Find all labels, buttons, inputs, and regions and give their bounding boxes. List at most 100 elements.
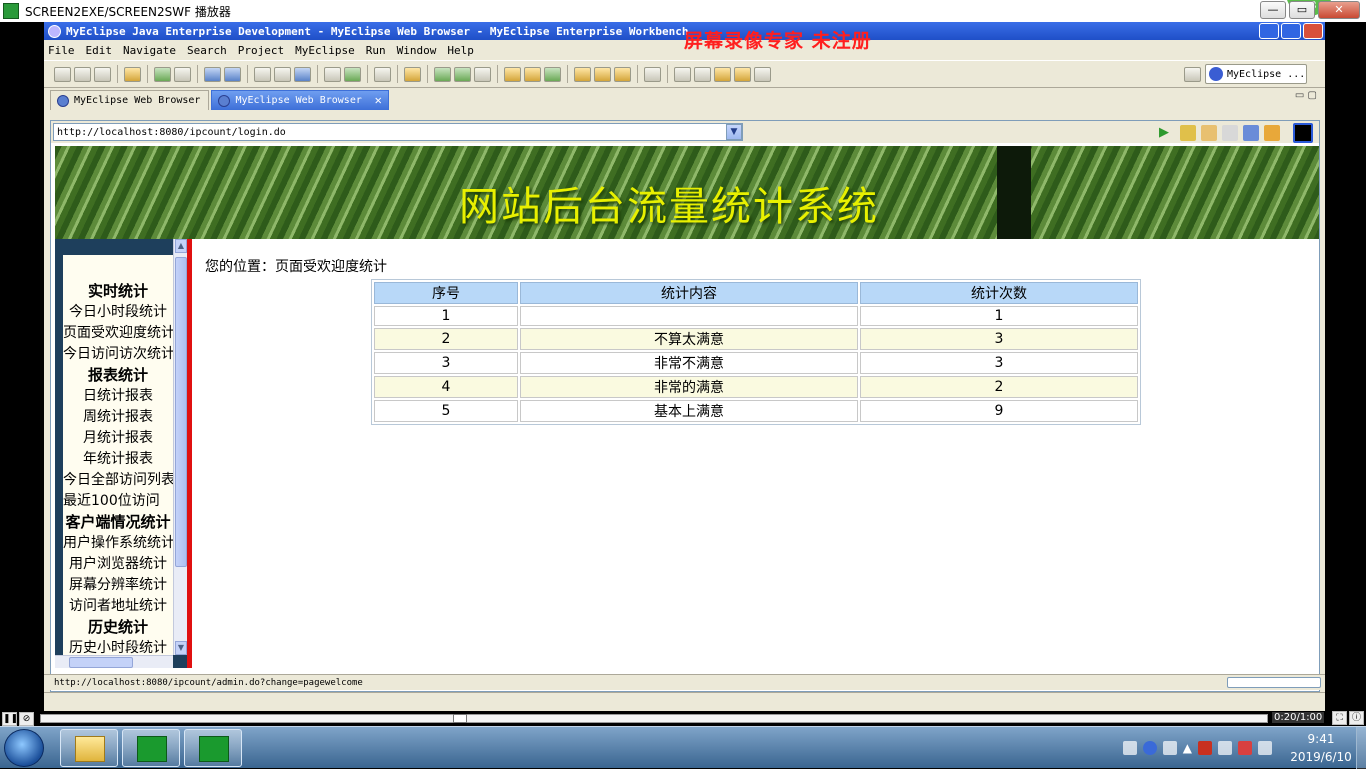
fullscreen-icon[interactable]: ⛶ — [1332, 711, 1347, 725]
screenshot-icon[interactable] — [374, 66, 391, 82]
server-icon[interactable] — [174, 66, 191, 82]
taskbar-explorer[interactable] — [60, 729, 118, 767]
deploy-icon[interactable] — [154, 66, 171, 82]
signal-icon[interactable] — [1258, 741, 1272, 755]
debug-icon[interactable] — [434, 66, 451, 82]
url-input[interactable] — [53, 123, 743, 141]
run-config-icon[interactable] — [274, 66, 291, 82]
h-scroll-thumb[interactable] — [69, 657, 133, 668]
open-resource-icon[interactable] — [644, 66, 661, 82]
show-desktop-button[interactable] — [1356, 727, 1366, 769]
view-controls[interactable]: ▭ ▢ — [1295, 90, 1317, 101]
open-folder-icon[interactable] — [574, 66, 591, 82]
seek-knob[interactable] — [453, 714, 467, 723]
back-icon[interactable] — [734, 66, 751, 82]
sidebar-horizontal-scrollbar[interactable] — [55, 655, 173, 668]
menu-search[interactable]: Search — [187, 44, 227, 57]
sidebar-link[interactable]: 用户浏览器统计 — [63, 554, 173, 575]
sidebar-link[interactable]: 页面受欢迎度统计 — [63, 323, 173, 344]
print-icon[interactable] — [94, 66, 111, 82]
sidebar-link[interactable]: 屏幕分辨率统计 — [63, 575, 173, 596]
tray-expand-icon[interactable]: ▲ — [1183, 741, 1192, 755]
eclipse-minimize-button[interactable] — [1259, 23, 1279, 39]
keyboard-icon[interactable] — [1122, 741, 1137, 755]
security-icon[interactable] — [1198, 741, 1212, 755]
player-maximize-button[interactable]: ▭ — [1289, 1, 1315, 19]
refresh-project-icon[interactable] — [544, 66, 561, 82]
menu-run[interactable]: Run — [366, 44, 386, 57]
search-icon[interactable] — [474, 66, 491, 82]
player-minimize-button[interactable]: — — [1260, 1, 1286, 19]
sidebar-vertical-scrollbar[interactable]: ▲ ▼ — [173, 239, 187, 655]
sidebar-link[interactable]: 用户操作系统统计 — [63, 533, 173, 554]
sidebar-link[interactable]: 周统计报表 — [63, 407, 173, 428]
folder-up-icon[interactable] — [324, 66, 341, 82]
seek-bar[interactable] — [40, 714, 1268, 723]
tab-web-browser-2[interactable]: MyEclipse Web Browser ✕ — [211, 90, 389, 110]
favorites-icon[interactable] — [1180, 125, 1196, 141]
pause-icon[interactable]: ❚❚ — [2, 711, 18, 726]
refresh-icon[interactable] — [344, 66, 361, 82]
menu-navigate[interactable]: Navigate — [123, 44, 176, 57]
site-title: 网站后台流量统计系统 — [459, 184, 879, 230]
browser-mode-icon[interactable] — [1293, 123, 1313, 143]
sidebar-link[interactable]: 年统计报表 — [63, 449, 173, 470]
menu-file[interactable]: File — [48, 44, 75, 57]
volume-icon[interactable] — [1218, 741, 1232, 755]
menu-edit[interactable]: Edit — [86, 44, 113, 57]
package-icon[interactable] — [124, 66, 141, 82]
taskbar-screen2exe-1[interactable] — [122, 729, 180, 767]
sidebar-link[interactable]: 今日访问访次统计 — [63, 344, 173, 365]
eclipse-restore-button[interactable] — [1281, 23, 1301, 39]
menu-project[interactable]: Project — [238, 44, 284, 57]
menu-window[interactable]: Window — [397, 44, 437, 57]
options-icon[interactable]: ⊘ — [19, 711, 34, 726]
sidebar-link[interactable]: 月统计报表 — [63, 428, 173, 449]
sidebar-link[interactable]: 今日小时段统计 — [63, 302, 173, 323]
browse-icon[interactable] — [224, 66, 241, 82]
player-close-button[interactable]: ✕ — [1318, 1, 1360, 19]
run-icon[interactable] — [454, 66, 471, 82]
tab-web-browser-1[interactable]: MyEclipse Web Browser — [50, 90, 210, 110]
open-type-icon[interactable] — [254, 66, 271, 82]
help-icon[interactable] — [1142, 741, 1157, 755]
go-icon[interactable]: ▶ — [1159, 125, 1175, 141]
back-icon[interactable] — [1201, 125, 1217, 141]
scroll-down-icon[interactable]: ▼ — [175, 641, 187, 655]
forward-icon[interactable] — [754, 66, 771, 82]
open-perspective-icon[interactable] — [1184, 66, 1201, 82]
new-class-icon[interactable] — [524, 66, 541, 82]
next-annotation-icon[interactable] — [674, 66, 691, 82]
prev-annotation-icon[interactable] — [694, 66, 711, 82]
pencil-icon[interactable] — [594, 66, 611, 82]
forward-icon[interactable] — [1222, 125, 1238, 141]
globe-icon[interactable] — [294, 66, 311, 82]
sidebar-link[interactable]: 今日全部访问列表 — [63, 470, 173, 491]
scroll-thumb[interactable] — [175, 257, 187, 567]
eclipse-close-button[interactable] — [1303, 23, 1323, 39]
menu-help[interactable]: Help — [447, 44, 474, 57]
clock[interactable]: 9:41 2019/6/10 — [1288, 730, 1354, 766]
perspective-myeclipse-button[interactable]: MyEclipse ... — [1205, 64, 1307, 84]
taskbar-screen2exe-2[interactable] — [184, 729, 242, 767]
menu-myeclipse[interactable]: MyEclipse — [295, 44, 355, 57]
new-icon[interactable] — [54, 66, 71, 82]
open-file-icon[interactable] — [614, 66, 631, 82]
stop-icon[interactable] — [1243, 125, 1259, 141]
new-java-icon[interactable] — [404, 66, 421, 82]
sidebar-link[interactable]: 访问者地址统计 — [63, 596, 173, 617]
tab-close-icon[interactable]: ✕ — [375, 93, 382, 107]
scroll-up-icon[interactable]: ▲ — [175, 239, 187, 253]
sidebar-link[interactable]: 最近100位访问 — [63, 491, 173, 512]
url-dropdown-icon[interactable]: ▼ — [726, 124, 742, 140]
refresh-icon[interactable] — [1264, 125, 1280, 141]
edit-icon[interactable] — [204, 66, 221, 82]
last-edit-icon[interactable] — [714, 66, 731, 82]
save-icon[interactable] — [74, 66, 91, 82]
info-icon[interactable]: ⓘ — [1349, 711, 1364, 725]
new-package-icon[interactable] — [504, 66, 521, 82]
network-warning-icon[interactable] — [1238, 741, 1252, 755]
start-button[interactable] — [4, 729, 44, 767]
ime-icon[interactable] — [1162, 741, 1177, 755]
sidebar-link[interactable]: 日统计报表 — [63, 386, 173, 407]
